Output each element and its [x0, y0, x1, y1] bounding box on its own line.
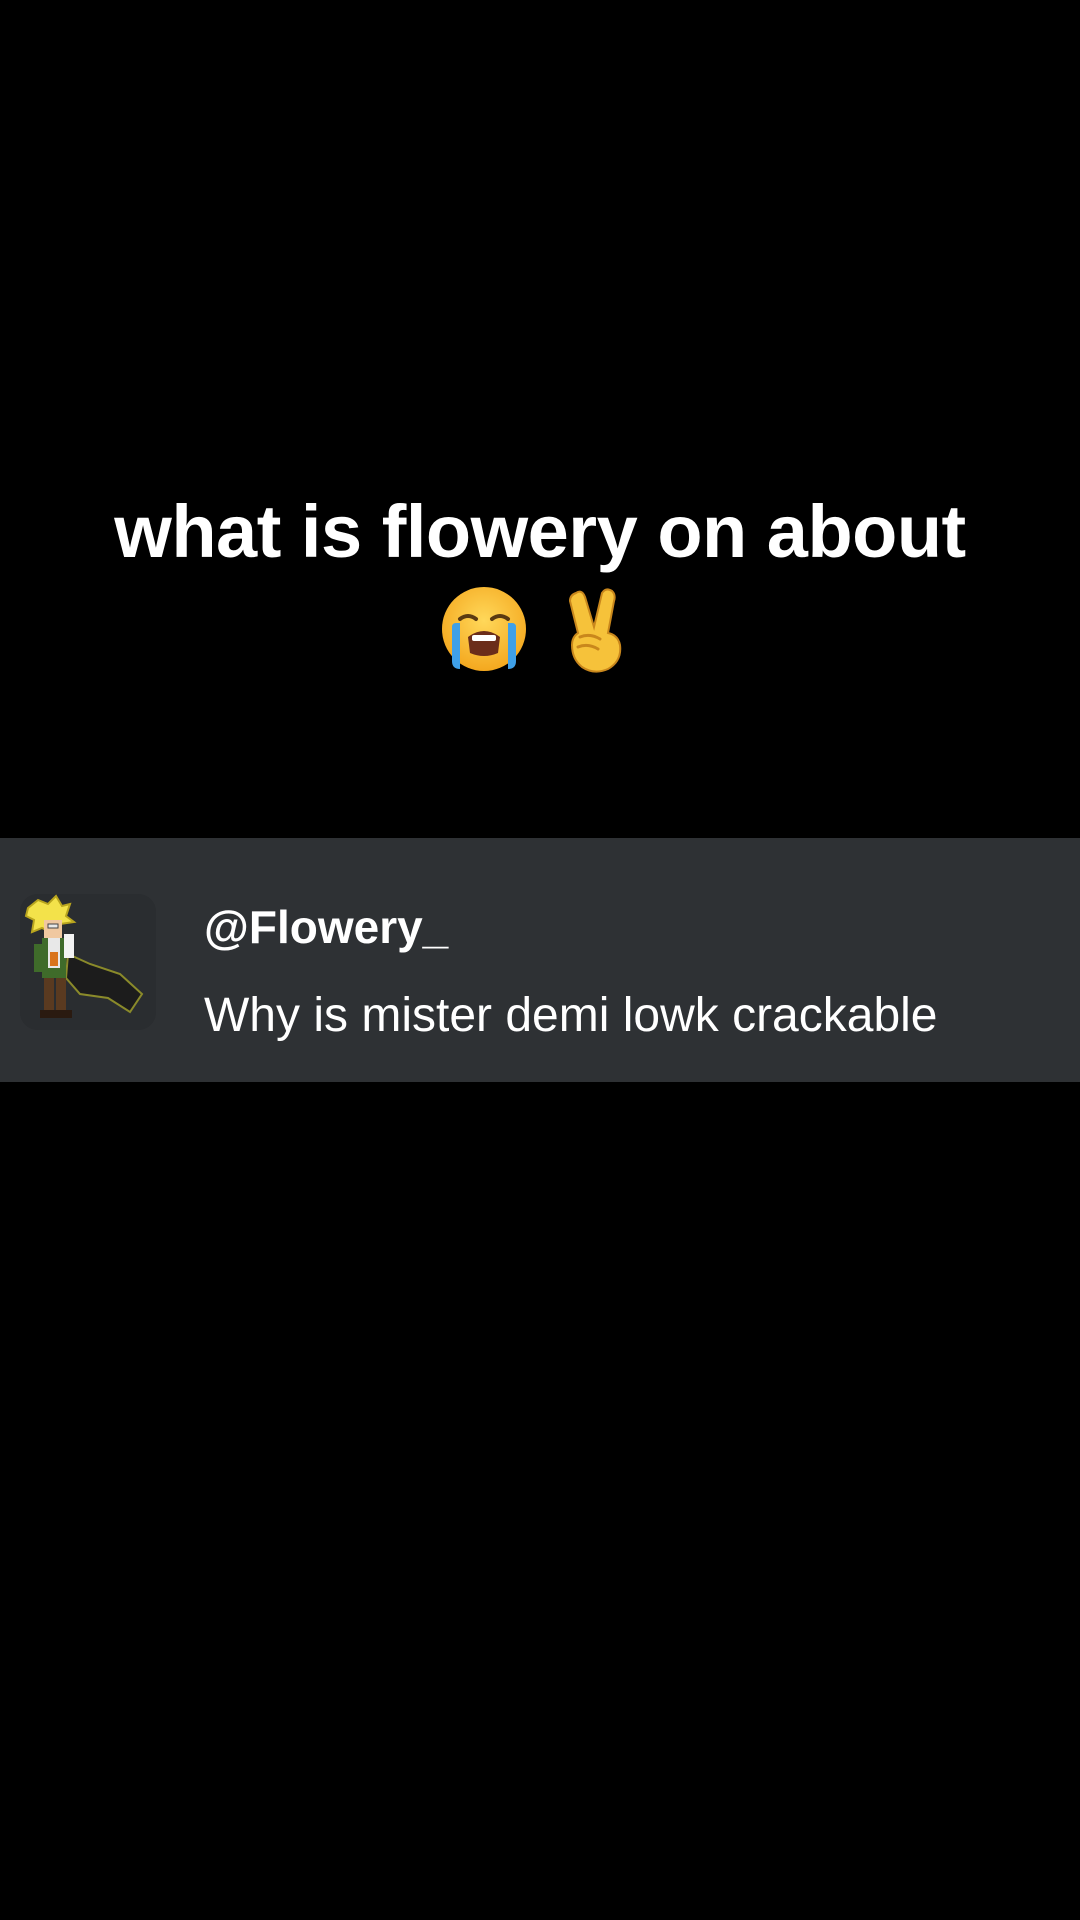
caption-text: what is flowery on about [114, 490, 966, 573]
reply-comment-bar[interactable]: @Flowery_ Why is mister demi lowk cracka… [0, 838, 1080, 1082]
avatar[interactable] [20, 894, 156, 1030]
caption-emoji-row [0, 583, 1080, 675]
victory-hand-icon [550, 583, 642, 675]
comment-text: Why is mister demi lowk crackable [204, 989, 938, 1042]
comment-username[interactable]: @Flowery_ [204, 900, 448, 954]
pixel-character-avatar-icon [20, 894, 156, 1030]
loudly-crying-face-icon [438, 583, 530, 675]
video-caption: what is flowery on about [0, 485, 1080, 675]
